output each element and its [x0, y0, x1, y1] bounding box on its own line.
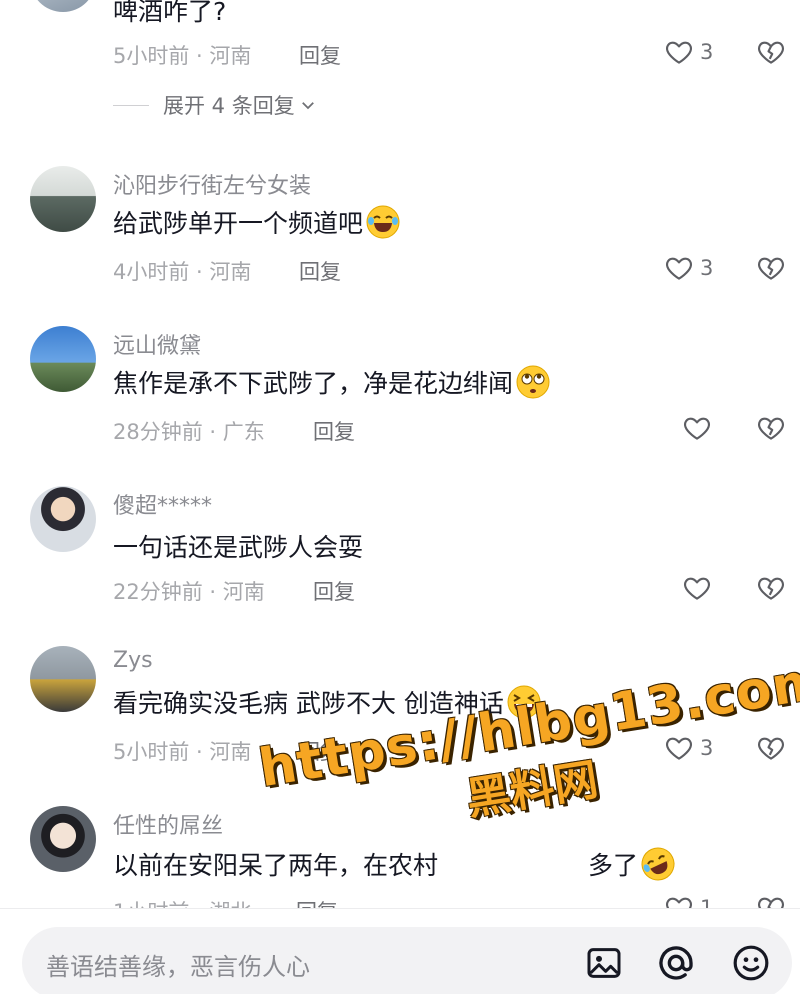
comment-meta: 5小时前 · 河南 [113, 44, 252, 68]
reply-button[interactable]: 回复 [299, 40, 341, 70]
like-button[interactable] [682, 573, 718, 603]
comment-meta: 28分钟前 · 广东 [113, 420, 265, 444]
comment-item: 沁阳步行街左兮女装 给武陟单开一个频道吧 4小时前 · 河南 回复 3 [0, 160, 800, 310]
broken-heart-icon[interactable] [756, 253, 786, 283]
heart-icon [684, 417, 710, 440]
chevron-down-icon [301, 102, 314, 110]
like-count: 3 [700, 256, 714, 280]
comment-meta: 22分钟前 · 河南 [113, 580, 265, 604]
comment-username[interactable]: 远山微黛 [113, 328, 201, 360]
comment-username[interactable]: 沁阳步行街左兮女装 [113, 168, 311, 200]
like-button[interactable]: 3 [664, 37, 713, 67]
comment-input[interactable]: 善语结善缘，恶言伤人心 [22, 927, 792, 994]
comment-meta: 5小时前 · 河南 [113, 740, 252, 764]
avatar[interactable] [30, 646, 96, 712]
heart-icon [684, 577, 710, 600]
heart-icon [666, 257, 692, 280]
broken-heart-icon[interactable] [756, 413, 786, 443]
divider [113, 104, 149, 106]
comment-meta: 4小时前 · 河南 [113, 260, 252, 284]
comment-text: 焦作是承不下武陟了，净是花边绯闻 [113, 364, 551, 400]
comment-item: 远山微黛 焦作是承不下武陟了，净是花边绯闻 28分钟前 · 广东 回复 [0, 322, 800, 472]
avatar[interactable] [30, 326, 96, 392]
image-icon[interactable] [584, 943, 624, 983]
laughing-tears-emoji [366, 205, 400, 239]
comment-username[interactable]: 任性的屌丝 [113, 808, 223, 840]
eye-roll-emoji [516, 365, 550, 399]
comment-text: 啤酒咋了? [113, 0, 227, 26]
like-button[interactable]: 3 [664, 253, 713, 283]
like-count: 3 [700, 40, 714, 64]
comment-input-bar: 善语结善缘，恶言伤人心 [0, 908, 800, 994]
reply-button[interactable]: 回复 [299, 256, 341, 286]
avatar[interactable] [30, 806, 96, 872]
mention-icon[interactable] [656, 943, 696, 983]
comment-item: 傻超***** 一句话还是武陟人会耍 22分钟前 · 河南 回复 [0, 482, 800, 632]
reply-button[interactable]: 回复 [313, 576, 355, 606]
comment-username[interactable]: Zys [113, 648, 153, 673]
comment-text: 一句话还是武陟人会耍 [113, 533, 364, 562]
avatar[interactable] [30, 486, 96, 552]
expand-replies-button[interactable]: 展开 4 条回复 [113, 90, 317, 120]
comment-list-screen: 啤酒咋了? 5小时前 · 河南 回复 3 展开 4 条回复 沁阳步行街左兮女装 … [0, 0, 800, 994]
like-button[interactable] [682, 413, 718, 443]
comment-text: 给武陟单开一个频道吧 [113, 204, 401, 240]
comment-username[interactable]: 傻超***** [113, 488, 212, 520]
reply-button[interactable]: 回复 [313, 416, 355, 446]
input-placeholder: 善语结善缘，恶言伤人心 [46, 953, 310, 981]
avatar[interactable] [30, 0, 96, 12]
broken-heart-icon[interactable] [756, 573, 786, 603]
rolling-laughing-emoji [641, 847, 675, 881]
emoji-icon[interactable] [731, 943, 771, 983]
avatar[interactable] [30, 166, 96, 232]
comment-item: 啤酒咋了? 5小时前 · 河南 回复 3 展开 4 条回复 [0, 0, 800, 130]
heart-icon [666, 41, 692, 64]
comment-text: 以前在安阳呆了两年，在农村 多了 [113, 846, 676, 882]
broken-heart-icon[interactable] [756, 37, 786, 67]
